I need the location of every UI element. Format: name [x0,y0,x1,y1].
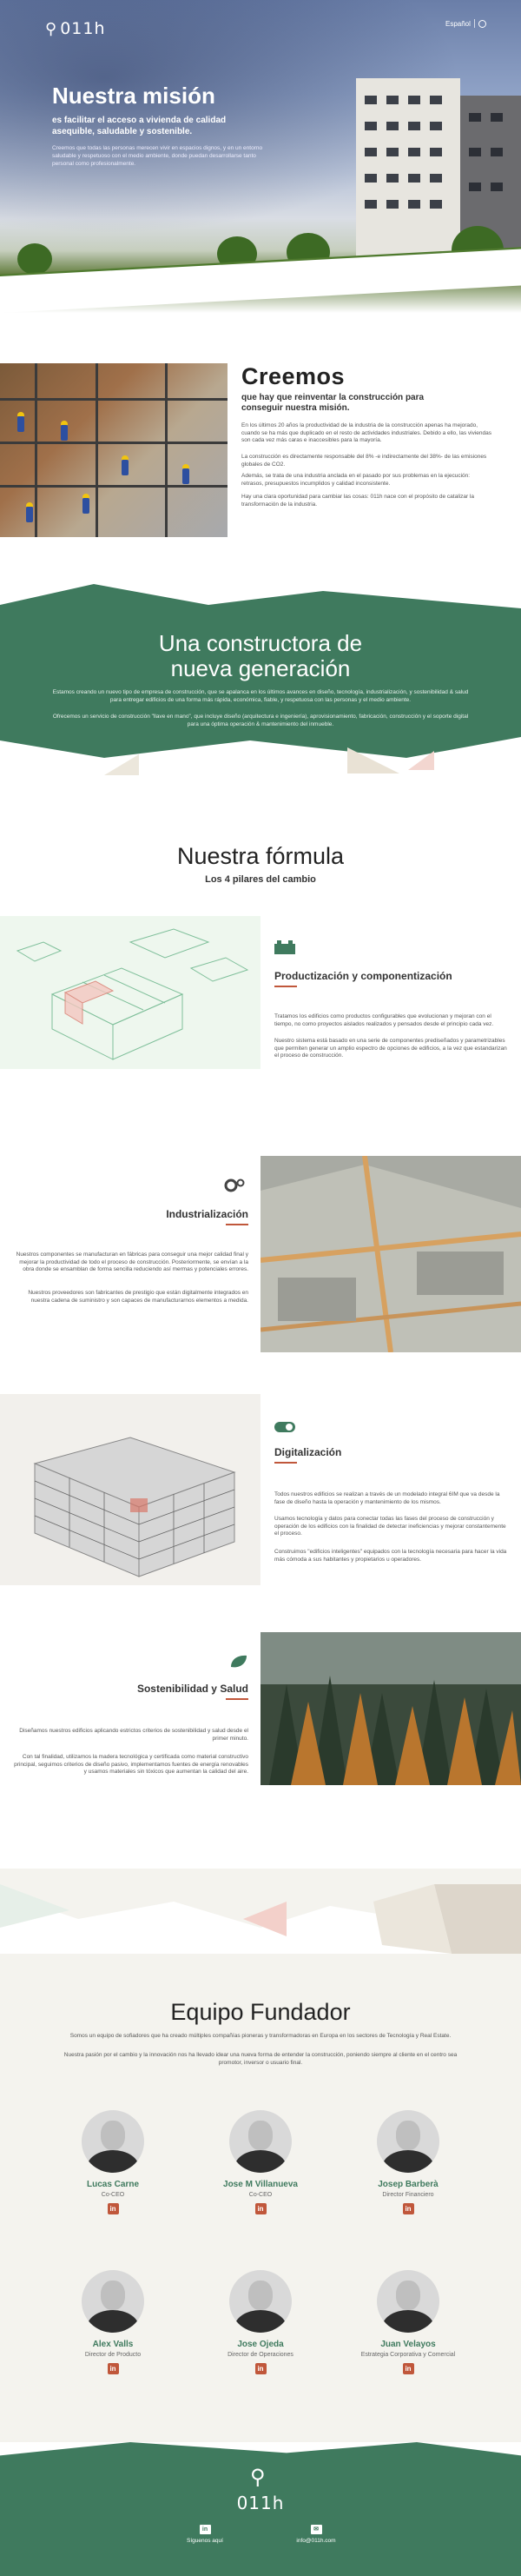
pillar-title: Productización y componentización [274,970,452,987]
constructora-title-line2: nueva generación [170,655,351,681]
member-name: Lucas Carne [86,2180,140,2189]
linkedin-icon[interactable]: in [402,2363,414,2374]
pillar-paragraph: Tratamos los edificios como productos co… [274,1013,494,1027]
pillar-paragraph: Nuestros componentes se manufacturan en … [16,1251,248,1272]
team-member-card: Alex Valls Director de Producto in [61,2270,165,2374]
pillar-title: Industrialización [104,1208,248,1225]
pillar-paragraph: Con tal finalidad, utilizamos la madera … [14,1754,248,1775]
footer-linkedin-label: Síguenos aquí [187,2538,223,2544]
creemos-paragraph: Además, se trata de una industria anclad… [241,473,471,487]
brand-logo[interactable]: ⚲ 011h [45,19,106,38]
constructora-title: Una constructora de nueva generación [0,631,521,681]
creemos-title: Creemos [241,363,346,389]
pillar-paragraph: Todos nuestros edificios se realizan a t… [274,1491,500,1505]
tree-decoration [17,243,52,275]
language-selector[interactable]: Español [445,19,486,28]
team-member-card: Juan Velayos Estrategia Corporativa y Co… [356,2270,460,2374]
hero-text: Creemos que todas las personas merecen v… [52,145,263,167]
sostenibilidad-forest-photo [260,1632,521,1785]
creemos-paragraph: Hay una clara oportunidad para cambiar l… [241,494,474,508]
construction-workers-image [0,363,228,537]
language-label: Español [445,19,471,28]
decorative-shapes [0,747,521,782]
team-paragraph: Nuestra pasión por el cambio y la innova… [63,2052,458,2066]
hero-subtitle: es facilitar el acceso a vivienda de cal… [52,116,227,136]
member-name: Juan Velayos [380,2340,436,2349]
member-name: Alex Valls [92,2340,134,2349]
footer-email-label: info@011h.com [296,2538,336,2544]
member-role: Co-CEO [101,2192,125,2198]
member-name: Jose M Villanueva [223,2180,298,2189]
avatar [229,2270,292,2333]
linkedin-icon[interactable]: in [402,2203,414,2214]
member-name: Josep Barberà [378,2180,439,2189]
constructora-paragraph: Ofrecemos un servicio de construcción "l… [52,714,469,727]
productizacion-illustration [0,916,260,1069]
team-member-card: Jose Ojeda Director de Operaciones in [208,2270,313,2374]
member-role: Director Financiero [382,2192,434,2198]
member-role: Director de Producto [84,2352,142,2358]
mail-icon: ✉ [310,2525,322,2534]
digitalizacion-illustration [0,1394,260,1585]
toggle-icon [274,1420,295,1434]
footer-brand[interactable]: 011h [0,2493,521,2513]
creemos-paragraph: La construcción es directamente responsa… [241,454,487,468]
formula-title: Nuestra fórmula [176,843,345,869]
team-title: Equipo Fundador [170,1999,351,2025]
linkedin-icon[interactable]: in [254,2363,267,2374]
pillar-paragraph: Nuestro sistema está basado en una serie… [274,1038,507,1059]
creemos-subtitle: que hay que reinventar la construcción p… [241,393,425,413]
industrializacion-photo [260,1156,521,1352]
pillar-title: Digitalización [274,1446,341,1464]
pillar-paragraph: Nuestros proveedores son fabricantes de … [28,1290,248,1304]
member-name: Jose Ojeda [237,2340,284,2349]
avatar [377,2270,439,2333]
linkedin-icon[interactable]: in [107,2363,119,2374]
team-paragraph: Somos un equipo de sofiadores que ha cre… [69,2033,452,2039]
creemos-paragraph: En los últimos 20 años la productividad … [241,422,491,443]
pillar-paragraph: Diseñamos nuestros edificios aplicando e… [19,1728,248,1742]
member-role: Estrategia Corporativa y Comercial [360,2352,456,2358]
avatar [82,2110,144,2173]
bricks-icon [274,940,295,954]
member-role: Director de Operaciones [228,2352,293,2358]
linkedin-icon[interactable]: in [107,2203,119,2214]
gears-icon [224,1178,245,1192]
divider [473,19,475,28]
leaf-icon [228,1655,248,1669]
team-member-card: Josep Barberà Director Financiero in [356,2110,460,2214]
constructora-title-line1: Una constructora de [158,630,363,656]
footer-email-link[interactable]: ✉ info@011h.com [264,2525,368,2544]
team-member-card: Lucas Carne Co-CEO in [61,2110,165,2214]
pillar-paragraph: Usamos tecnología y datos para conectar … [274,1516,506,1537]
constructora-paragraph: Estamos creando un nuevo tipo de empresa… [52,689,469,703]
globe-icon [478,19,486,28]
member-role: Co-CEO [248,2192,273,2198]
pillar-paragraph: Construimos "edificios inteligentes" equ… [274,1549,507,1563]
pillar-title: Sostenibilidad y Salud [87,1683,248,1700]
linkedin-icon: in [199,2525,211,2534]
formula-subtitle: Los 4 pilares del cambio [205,874,316,885]
linkedin-icon[interactable]: in [254,2203,267,2214]
brand-name: 011h [60,19,106,38]
decorative-shapes [0,1884,521,1954]
avatar [82,2270,144,2333]
hero-title: Nuestra misión [52,83,215,109]
footer-linkedin-link[interactable]: in Síguenos aquí [153,2525,257,2544]
avatar [377,2110,439,2173]
logo-icon: ⚲ [45,19,57,37]
logo-icon: ⚲ [250,2466,266,2489]
avatar [229,2110,292,2173]
team-member-card: Jose M Villanueva Co-CEO in [208,2110,313,2214]
